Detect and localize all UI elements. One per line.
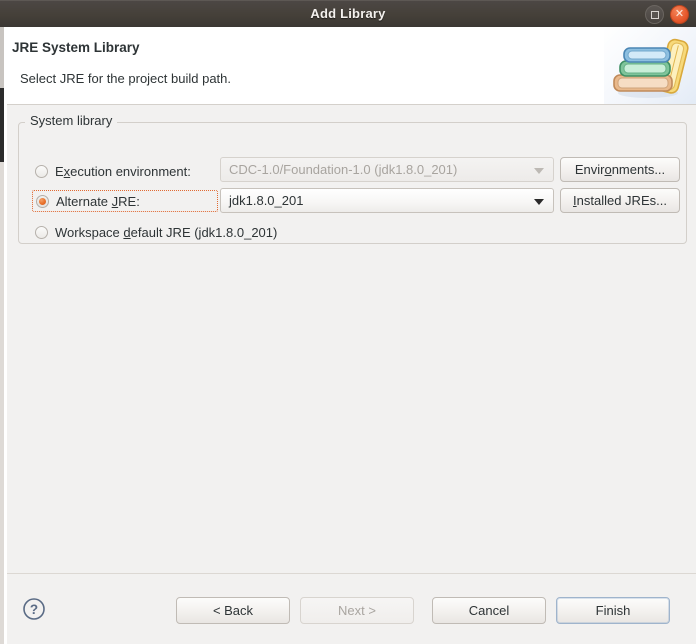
installed-jres-button[interactable]: Installed JREs... xyxy=(560,188,680,213)
combo-alternate-jre[interactable]: jdk1.8.0_201 xyxy=(220,188,554,213)
environments-button[interactable]: Environments... xyxy=(560,157,680,182)
installed-jres-button-label: Installed JREs... xyxy=(573,193,667,208)
system-library-group-label: System library xyxy=(25,113,118,128)
background-strip-dark xyxy=(0,88,4,162)
back-button-label: < Back xyxy=(212,603,254,618)
dialog-footer: ? < Back Next > Cancel Finish xyxy=(7,574,696,644)
environments-button-label: Environments... xyxy=(574,162,666,177)
background-strip-top xyxy=(0,26,4,88)
svg-text:?: ? xyxy=(30,602,38,617)
help-question-icon[interactable]: ? xyxy=(22,597,46,621)
next-button-label: Next > xyxy=(338,603,376,618)
radio-dot-execution-environment xyxy=(35,164,48,178)
book-stack-icon xyxy=(604,27,696,105)
window-titlebar[interactable]: Add Library ✕ xyxy=(0,0,696,27)
radio-dot-workspace-default-jre xyxy=(35,225,48,239)
radio-row-workspace-default-jre[interactable]: Workspace default JRE (jdk1.8.0_201) xyxy=(32,220,281,244)
radio-row-execution-environment[interactable]: Execution environment: xyxy=(32,159,195,183)
chevron-down-icon-execution-environment xyxy=(534,167,544,174)
close-icon[interactable]: ✕ xyxy=(670,5,689,24)
combo-alternate-jre-value: jdk1.8.0_201 xyxy=(229,193,304,208)
finish-button-label: Finish xyxy=(595,603,631,618)
chevron-down-icon-alternate-jre xyxy=(534,198,544,205)
radio-label-text-alternate-jre: Alternate JRE: xyxy=(56,193,140,209)
radio-alternate-jre[interactable]: Alternate JRE: xyxy=(32,190,218,212)
cancel-button[interactable]: Cancel xyxy=(432,597,546,624)
window-controls: ✕ xyxy=(645,5,689,24)
radio-workspace-default-jre[interactable]: Workspace default JRE (jdk1.8.0_201) xyxy=(32,221,281,243)
combo-execution-environment[interactable]: CDC-1.0/Foundation-1.0 (jdk1.8.0_201) xyxy=(220,157,554,182)
desktop-background-sliver xyxy=(0,0,7,644)
radio-label-text-execution-environment: Execution environment: xyxy=(55,163,191,179)
close-glyph: ✕ xyxy=(674,8,685,20)
back-button[interactable]: < Back xyxy=(176,597,290,624)
radio-label-text-workspace-default-jre: Workspace default JRE (jdk1.8.0_201) xyxy=(55,224,278,240)
maximize-icon[interactable] xyxy=(645,5,664,24)
page-description: Select JRE for the project build path. xyxy=(20,71,232,86)
radio-row-alternate-jre[interactable]: Alternate JRE: xyxy=(32,189,218,213)
finish-button[interactable]: Finish xyxy=(556,597,670,624)
add-library-dialog: Add Library ✕ JRE System Library Select … xyxy=(0,0,696,644)
radio-execution-environment[interactable]: Execution environment: xyxy=(32,160,195,182)
dialog-body: System library Execution environment: CD… xyxy=(7,105,696,573)
maximize-glyph xyxy=(650,10,659,19)
dialog-header: JRE System Library Select JRE for the pr… xyxy=(7,27,696,105)
page-title: JRE System Library xyxy=(12,40,140,55)
cancel-button-label: Cancel xyxy=(468,603,510,618)
radio-dot-alternate-jre xyxy=(36,194,49,208)
window-title: Add Library xyxy=(310,6,386,21)
next-button: Next > xyxy=(300,597,414,624)
background-strip-grey xyxy=(0,162,4,644)
combo-execution-environment-value: CDC-1.0/Foundation-1.0 (jdk1.8.0_201) xyxy=(229,162,458,177)
